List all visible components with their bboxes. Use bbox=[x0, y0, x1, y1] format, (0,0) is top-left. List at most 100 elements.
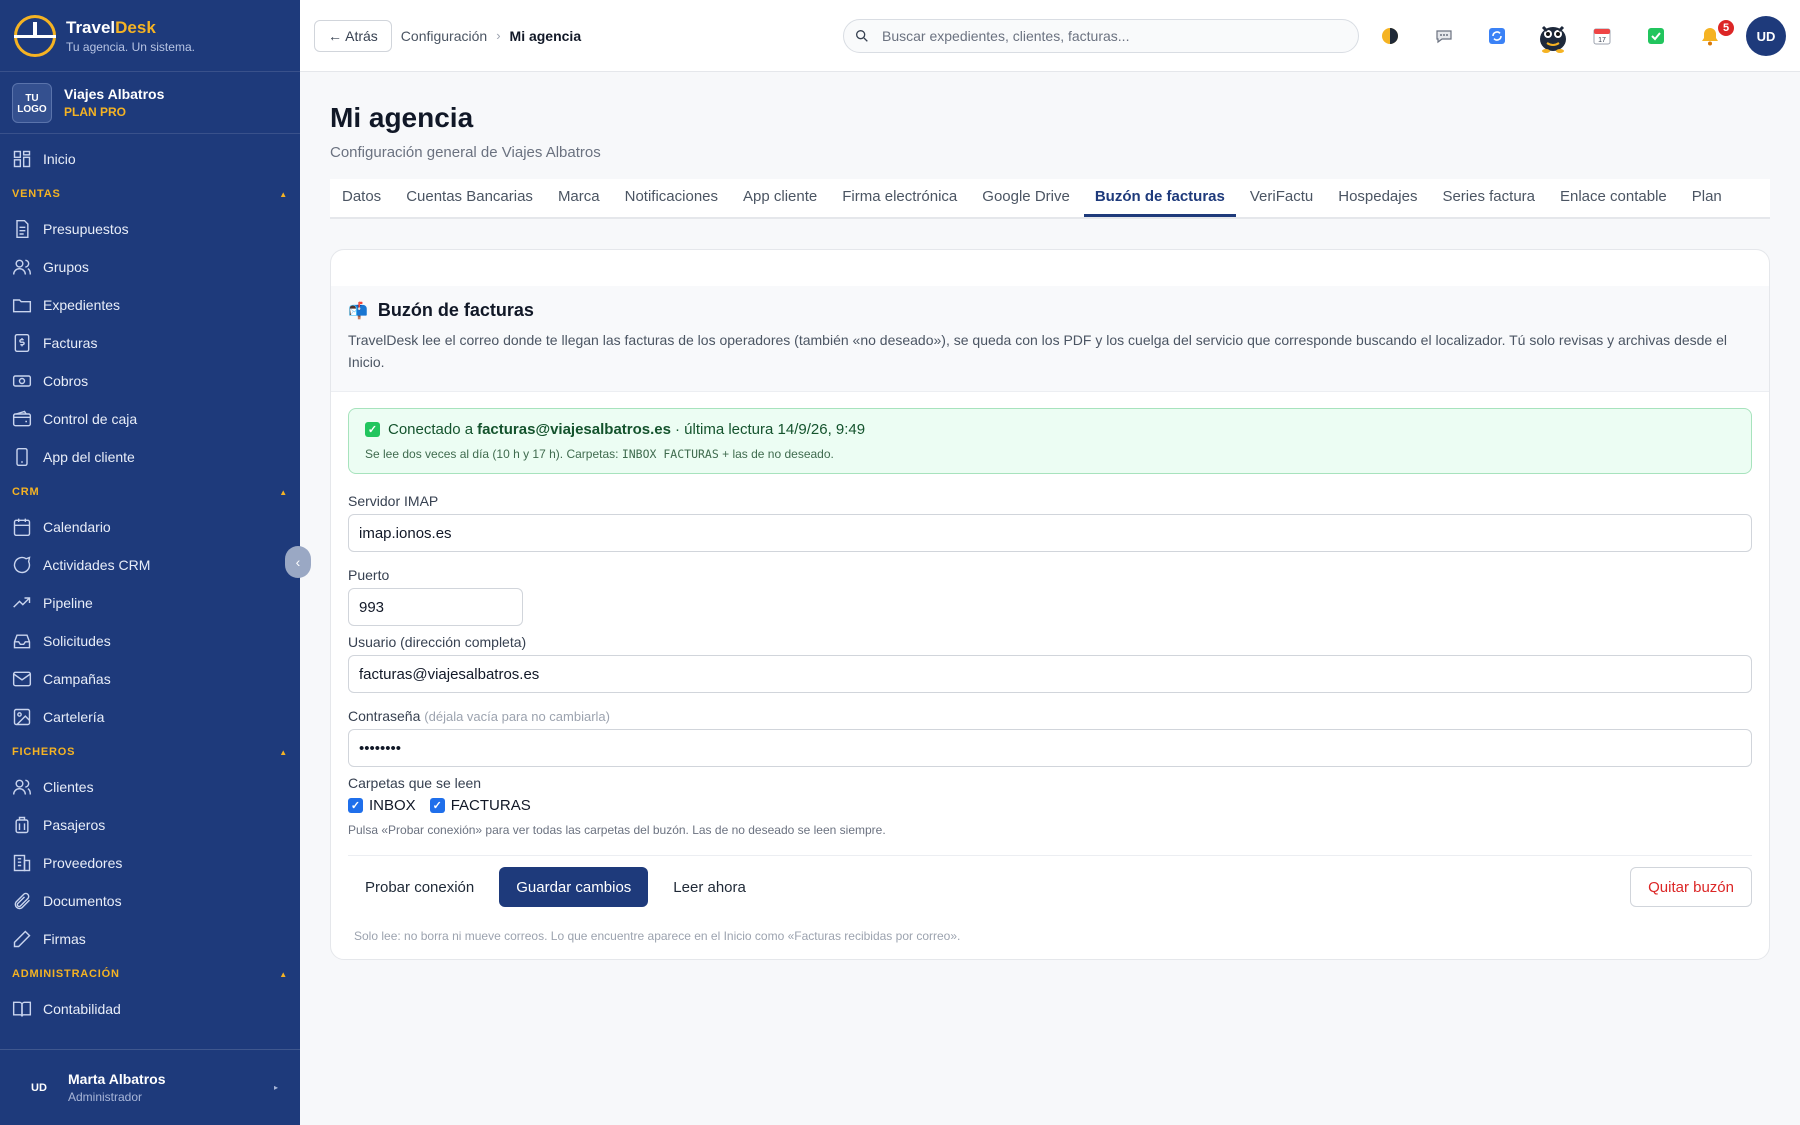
status-last-read: · última lectura 14/9/26, 9:49 bbox=[674, 421, 866, 438]
sidebar-item-inicio[interactable]: Inicio bbox=[0, 140, 300, 178]
tasks-check-icon[interactable] bbox=[1644, 24, 1668, 48]
notification-badge: 5 bbox=[1716, 18, 1736, 38]
breadcrumb-parent[interactable]: Configuración bbox=[401, 28, 487, 44]
sidebar-item-firmas[interactable]: Firmas bbox=[0, 920, 300, 958]
brand-logo-icon bbox=[14, 14, 56, 57]
brand[interactable]: TravelDesk Tu agencia. Un sistema. bbox=[0, 0, 300, 72]
tab-google-drive[interactable]: Google Drive bbox=[982, 179, 1070, 217]
sidebar-item-presupuestos[interactable]: Presupuestos bbox=[0, 210, 300, 248]
search-icon bbox=[856, 29, 868, 42]
sidebar-section-ventas[interactable]: VENTAS ▲ bbox=[0, 178, 300, 210]
tab-plan[interactable]: Plan bbox=[1692, 179, 1722, 217]
port-input[interactable] bbox=[348, 588, 523, 626]
folder-icon bbox=[12, 295, 32, 315]
sidebar-item-facturas[interactable]: Facturas bbox=[0, 324, 300, 362]
tab-buzon-de-facturas[interactable]: Buzón de facturas bbox=[1083, 179, 1236, 217]
tab-app-cliente[interactable]: App cliente bbox=[743, 179, 817, 217]
folders-label: Carpetas que se leen bbox=[348, 775, 482, 791]
tab-datos[interactable]: Datos bbox=[342, 179, 381, 217]
tab-firma-electronica[interactable]: Firma electrónica bbox=[842, 179, 957, 217]
folder-checkbox-inbox[interactable]: ✓ INBOX bbox=[348, 797, 416, 814]
refresh-icon[interactable] bbox=[1485, 24, 1509, 48]
theme-toggle-icon[interactable] bbox=[1378, 24, 1402, 48]
search-bar[interactable] bbox=[843, 19, 1359, 53]
imap-server-input[interactable] bbox=[348, 514, 1752, 552]
page-subtitle: Configuración general de Viajes Albatros bbox=[330, 144, 601, 161]
password-label: Contraseña (déjala vacía para no cambiar… bbox=[348, 708, 610, 724]
tab-series-factura[interactable]: Series factura bbox=[1442, 179, 1535, 217]
svg-text:17: 17 bbox=[1598, 37, 1606, 44]
password-input[interactable] bbox=[348, 729, 1752, 767]
sidebar-item-solicitudes[interactable]: Solicitudes bbox=[0, 622, 300, 660]
sidebar-item-proveedores[interactable]: Proveedores bbox=[0, 844, 300, 882]
sidebar-item-calendario[interactable]: Calendario bbox=[0, 508, 300, 546]
sidebar-section-administracion[interactable]: ADMINISTRACIÓN ▲ bbox=[0, 958, 300, 990]
mailbox-card: 📬 Buzón de facturas TravelDesk lee el co… bbox=[330, 249, 1770, 960]
sidebar-item-expedientes[interactable]: Expedientes bbox=[0, 286, 300, 324]
user-avatar: UD bbox=[31, 1081, 47, 1094]
password-hint: (déjala vacía para no cambiarla) bbox=[424, 709, 610, 724]
tab-notificaciones[interactable]: Notificaciones bbox=[625, 179, 718, 217]
sidebar: TravelDesk Tu agencia. Un sistema. TU LO… bbox=[0, 0, 300, 1125]
sidebar-item-clientes[interactable]: Clientes bbox=[0, 768, 300, 806]
search-input[interactable] bbox=[882, 28, 1342, 44]
folder-checkbox-facturas[interactable]: ✓ FACTURAS bbox=[429, 797, 531, 814]
user-menu[interactable]: UD Marta Albatros Administrador ▸ bbox=[0, 1049, 300, 1125]
sidebar-item-contabilidad[interactable]: Contabilidad bbox=[0, 990, 300, 1028]
invoice-icon bbox=[12, 333, 32, 353]
assistant-mascot-icon[interactable] bbox=[1534, 17, 1572, 55]
port-label: Puerto bbox=[348, 567, 390, 583]
sidebar-item-cobros[interactable]: Cobros bbox=[0, 362, 300, 400]
breadcrumb-current: Mi agencia bbox=[509, 27, 582, 44]
mailbox-header: 📬 Buzón de facturas TravelDesk lee el co… bbox=[331, 286, 1769, 392]
avatar[interactable]: UD bbox=[1746, 16, 1786, 56]
sidebar-item-actividades-crm[interactable]: Actividades CRM bbox=[0, 546, 300, 584]
user-email-input[interactable] bbox=[348, 655, 1752, 693]
tab-enlace-contable[interactable]: Enlace contable bbox=[1560, 179, 1667, 217]
brand-tagline: Tu agencia. Un sistema. bbox=[66, 39, 195, 54]
read-now-button[interactable]: Leer ahora bbox=[656, 867, 763, 907]
caret-up-icon: ▲ bbox=[279, 747, 288, 757]
chat-icon[interactable] bbox=[1432, 24, 1456, 48]
paperclip-icon bbox=[12, 891, 32, 911]
checkbox-icon: ✓ bbox=[348, 798, 363, 813]
settings-tabs: Datos Cuentas Bancarias Marca Notificacione… bbox=[330, 179, 1770, 219]
sidebar-section-ficheros[interactable]: FICHEROS ▲ bbox=[0, 736, 300, 768]
folders-note: Pulsa «Probar conexión» para ver todas l… bbox=[348, 823, 886, 837]
trend-icon bbox=[12, 593, 32, 613]
cash-icon bbox=[12, 371, 32, 391]
tab-hospedajes[interactable]: Hospedajes bbox=[1338, 179, 1417, 217]
sidebar-item-carteleria[interactable]: Cartelería bbox=[0, 698, 300, 736]
tab-cuentas-bancarias[interactable]: Cuentas Bancarias bbox=[406, 179, 533, 217]
sidebar-item-campanas[interactable]: Campañas bbox=[0, 660, 300, 698]
luggage-icon bbox=[12, 815, 32, 835]
topbar: ← Atrás Configuración › Mi agencia 17 5 … bbox=[300, 0, 1800, 72]
mail-icon bbox=[12, 669, 32, 689]
sidebar-collapse-handle[interactable]: ‹ bbox=[285, 546, 311, 578]
sidebar-item-pipeline[interactable]: Pipeline bbox=[0, 584, 300, 622]
sidebar-item-label: Pipeline bbox=[43, 595, 93, 611]
sidebar-item-label: Firmas bbox=[43, 931, 86, 947]
building-icon bbox=[12, 853, 32, 873]
sidebar-item-label: Inicio bbox=[43, 151, 76, 167]
grid-icon bbox=[12, 149, 32, 169]
sidebar-item-label: Grupos bbox=[43, 259, 89, 275]
sidebar-item-label: Actividades CRM bbox=[43, 557, 151, 573]
agency-switcher[interactable]: TU LOGO Viajes Albatros PLAN PRO bbox=[0, 72, 300, 134]
sidebar-item-pasajeros[interactable]: Pasajeros bbox=[0, 806, 300, 844]
back-button[interactable]: ← Atrás bbox=[314, 19, 392, 52]
tab-marca[interactable]: Marca bbox=[558, 179, 600, 217]
tab-verifactu[interactable]: VeriFactu bbox=[1250, 179, 1313, 217]
sidebar-section-crm[interactable]: CRM ▲ bbox=[0, 476, 300, 508]
sidebar-item-documentos[interactable]: Documentos bbox=[0, 882, 300, 920]
save-button[interactable]: Guardar cambios bbox=[499, 867, 649, 907]
sidebar-item-label: Campañas bbox=[43, 671, 111, 687]
sidebar-item-grupos[interactable]: Grupos bbox=[0, 248, 300, 286]
sidebar-item-label: Pasajeros bbox=[43, 817, 106, 833]
remove-mailbox-button[interactable]: Quitar buzón bbox=[1630, 867, 1752, 907]
test-connection-button[interactable]: Probar conexión bbox=[348, 867, 491, 907]
sidebar-item-app-del-cliente[interactable]: App del cliente bbox=[0, 438, 300, 476]
calendar-icon[interactable]: 17 bbox=[1590, 24, 1614, 48]
sidebar-item-control-de-caja[interactable]: Control de caja bbox=[0, 400, 300, 438]
calendar-icon bbox=[12, 517, 32, 537]
